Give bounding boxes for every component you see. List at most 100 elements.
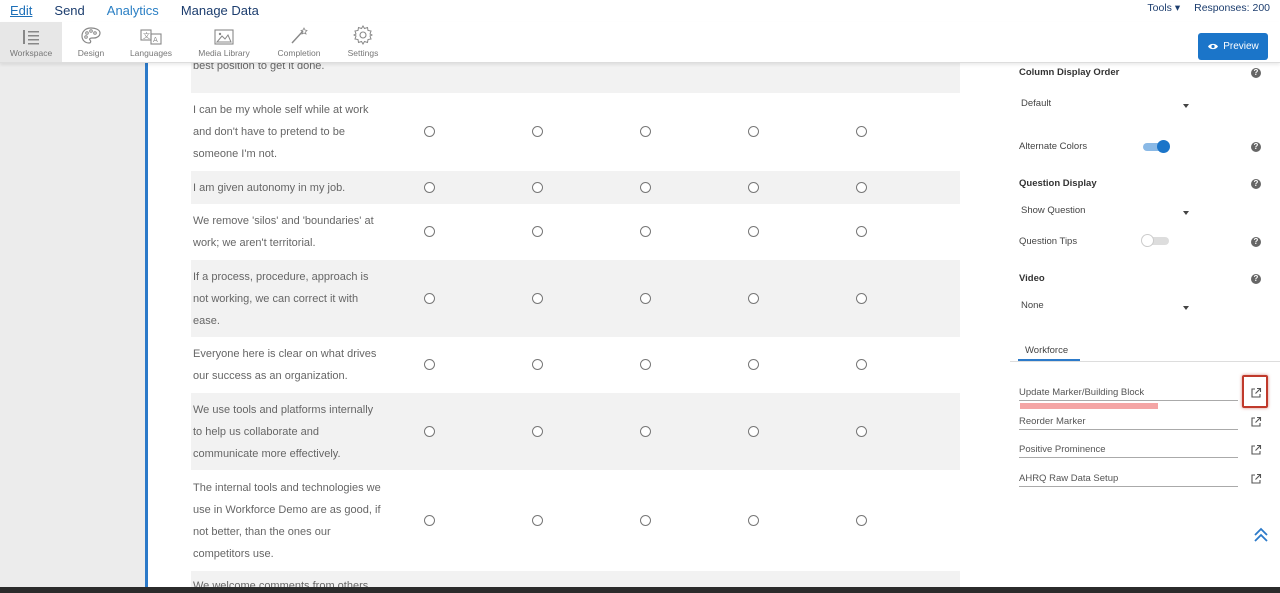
radio-option[interactable] xyxy=(856,425,867,437)
help-icon[interactable]: ? xyxy=(1251,237,1261,247)
question-tips-label: Question Tips xyxy=(1019,236,1078,247)
question-line: competitors use. xyxy=(193,547,274,560)
radio-option[interactable] xyxy=(640,181,651,193)
radio-option[interactable] xyxy=(640,226,651,237)
question-line: work; we aren't territorial. xyxy=(193,237,316,249)
highlight-bar xyxy=(1020,403,1158,409)
toolbar-label: Media Library xyxy=(198,48,250,58)
menu-send[interactable]: Send xyxy=(54,4,84,18)
radio-option[interactable] xyxy=(856,126,867,137)
radio-option[interactable] xyxy=(532,425,543,437)
radio-option[interactable] xyxy=(856,359,867,370)
image-icon xyxy=(214,29,234,45)
help-icon[interactable]: ? xyxy=(1251,179,1261,189)
radio-option[interactable] xyxy=(748,292,759,304)
chevron-down-icon[interactable] xyxy=(1183,104,1189,108)
radio-option[interactable] xyxy=(532,181,543,193)
radio-option[interactable] xyxy=(424,181,435,193)
tab-workforce[interactable]: Workforce xyxy=(1025,345,1068,356)
languages-icon: 文A xyxy=(140,29,162,45)
toolbar-settings[interactable]: Settings xyxy=(343,22,383,62)
settings-panel: Column Display Order ? Default Alternate… xyxy=(1000,62,1280,587)
radio-option[interactable] xyxy=(748,359,759,370)
chevron-down-icon[interactable] xyxy=(1183,306,1189,310)
link-reorder-marker[interactable]: Reorder Marker xyxy=(1019,416,1238,430)
table-row: We welcome comments from others xyxy=(191,571,960,587)
question-text: I am given autonomy in my job. xyxy=(193,177,403,199)
radio-option[interactable] xyxy=(748,126,759,137)
toolbar-languages[interactable]: 文A Languages xyxy=(124,22,178,62)
toolbar-completion[interactable]: Completion xyxy=(272,22,326,62)
radio-option[interactable] xyxy=(424,226,435,237)
radio-option[interactable] xyxy=(424,514,435,526)
question-text: best position to get it done. xyxy=(193,62,403,77)
editor-toolbar: Workspace Design 文A Languages Media Libr… xyxy=(0,22,1280,63)
taskbar xyxy=(0,587,1280,593)
radio-option[interactable] xyxy=(748,425,759,437)
toolbar-media-library[interactable]: Media Library xyxy=(194,22,254,62)
responses-count: Responses: 200 xyxy=(1194,2,1270,14)
link-positive-prominence[interactable]: Positive Prominence xyxy=(1019,444,1238,458)
question-line: The internal tools and technologies we xyxy=(193,481,381,494)
question-text: The internal tools and technologies we us… xyxy=(193,477,403,565)
preview-label: Preview xyxy=(1223,41,1259,52)
video-select[interactable]: None xyxy=(1021,300,1044,311)
menu-manage-data[interactable]: Manage Data xyxy=(181,4,259,18)
help-icon[interactable]: ? xyxy=(1251,142,1261,152)
menu-analytics[interactable]: Analytics xyxy=(107,4,159,18)
link-ahrq-raw-data-setup[interactable]: AHRQ Raw Data Setup xyxy=(1019,473,1238,487)
column-display-order-label: Column Display Order xyxy=(1019,67,1120,78)
tab-underline xyxy=(1018,359,1080,361)
radio-option[interactable] xyxy=(856,292,867,304)
radio-option[interactable] xyxy=(532,226,543,237)
radio-option[interactable] xyxy=(640,514,651,526)
question-text: I can be my whole self while at work and … xyxy=(193,99,403,165)
question-display-select[interactable]: Show Question xyxy=(1021,205,1085,216)
radio-option[interactable] xyxy=(748,514,759,526)
radio-option[interactable] xyxy=(424,425,435,437)
radio-option[interactable] xyxy=(424,292,435,304)
table-row: The internal tools and technologies we us… xyxy=(191,470,960,571)
external-link-icon[interactable] xyxy=(1250,416,1262,428)
radio-option[interactable] xyxy=(532,514,543,526)
radio-option[interactable] xyxy=(532,126,543,137)
help-icon[interactable]: ? xyxy=(1251,274,1261,284)
tools-dropdown[interactable]: Tools ▾ xyxy=(1147,2,1180,14)
radio-option[interactable] xyxy=(640,359,651,370)
table-row: I am given autonomy in my job. xyxy=(191,171,960,204)
question-tips-toggle[interactable] xyxy=(1141,234,1169,247)
radio-option[interactable] xyxy=(424,359,435,370)
question-line: use in Workforce Demo are as good, if xyxy=(193,503,381,516)
radio-option[interactable] xyxy=(640,126,651,137)
toolbar-workspace[interactable]: Workspace xyxy=(0,22,62,62)
radio-option[interactable] xyxy=(424,126,435,137)
toolbar-design[interactable]: Design xyxy=(68,22,114,62)
help-icon[interactable]: ? xyxy=(1251,68,1261,78)
menu-edit[interactable]: Edit xyxy=(10,4,32,18)
chevron-down-icon[interactable] xyxy=(1183,211,1189,215)
external-link-icon[interactable] xyxy=(1250,444,1262,456)
column-display-order-select[interactable]: Default xyxy=(1021,98,1051,109)
scroll-top-icon[interactable] xyxy=(1253,527,1269,543)
radio-option[interactable] xyxy=(856,514,867,526)
radio-option[interactable] xyxy=(748,226,759,237)
radio-option[interactable] xyxy=(748,181,759,193)
table-row: Everyone here is clear on what drives our… xyxy=(191,337,960,393)
preview-button[interactable]: Preview xyxy=(1198,33,1268,60)
survey-matrix[interactable]: best position to get it done. I can be my… xyxy=(148,62,1000,587)
question-text: Everyone here is clear on what drives our… xyxy=(193,343,403,387)
alternate-colors-toggle[interactable] xyxy=(1143,140,1170,153)
radio-option[interactable] xyxy=(856,226,867,237)
external-link-icon[interactable] xyxy=(1250,473,1262,485)
radio-option[interactable] xyxy=(640,292,651,304)
link-update-marker[interactable]: Update Marker/Building Block xyxy=(1019,387,1238,401)
toggle-knob xyxy=(1157,140,1170,153)
radio-option[interactable] xyxy=(640,425,651,437)
question-line: not better, than the ones our xyxy=(193,525,331,538)
radio-option[interactable] xyxy=(532,292,543,304)
radio-option[interactable] xyxy=(532,359,543,370)
top-right-info: Tools ▾ Responses: 200 xyxy=(1147,0,1270,16)
video-label: Video xyxy=(1019,273,1045,284)
radio-option[interactable] xyxy=(856,181,867,193)
eye-icon xyxy=(1208,43,1219,50)
